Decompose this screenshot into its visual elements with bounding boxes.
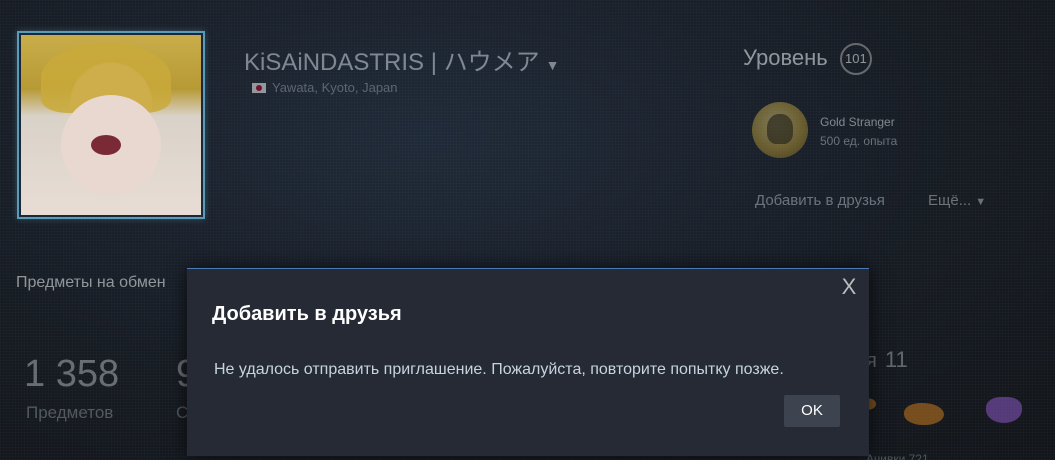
emoticon-icon[interactable]	[986, 397, 1022, 423]
persona-name[interactable]: KiSAiNDASTRIS | ハウメア ▼	[244, 42, 559, 77]
dialog-message: Не удалось отправить приглашение. Пожалу…	[214, 361, 784, 378]
avatar-image	[21, 35, 201, 215]
level-badge[interactable]: 101	[839, 43, 872, 75]
ok-button[interactable]: OK	[784, 395, 840, 427]
add-friend-button[interactable]: Добавить в друзья	[755, 192, 885, 209]
close-icon[interactable]: X	[839, 276, 859, 298]
level-label: Уровень	[743, 45, 828, 70]
right-section-heading: я 11	[866, 347, 908, 373]
persona-name-text: KiSAiNDASTRIS | ハウメア	[244, 49, 540, 76]
chevron-down-icon: ▼	[975, 196, 987, 208]
emoticon-icon[interactable]	[904, 403, 944, 425]
trade-items-title[interactable]: Предметы на обмен	[16, 274, 166, 292]
chevron-down-icon[interactable]: ▼	[546, 57, 560, 73]
profile-level: Уровень 101	[743, 43, 872, 75]
profile-location: Yawata, Kyoto, Japan	[252, 80, 398, 95]
skull-icon	[767, 114, 793, 144]
bottom-partial-text: Ачивки 721	[866, 452, 929, 460]
add-friend-dialog: X Добавить в друзья Не удалось отправить…	[187, 268, 869, 456]
location-text: Yawata, Kyoto, Japan	[272, 80, 398, 95]
gold-skull-badge-icon[interactable]	[752, 102, 808, 158]
profile-avatar[interactable]	[17, 31, 205, 219]
right-partial-number: 11	[884, 347, 908, 372]
avatar-mouth-shape	[91, 135, 121, 155]
more-label: Ещё...	[928, 192, 972, 209]
items-label: Предметов	[26, 403, 114, 422]
japan-flag-icon	[252, 83, 266, 93]
dialog-title: Добавить в друзья	[212, 303, 402, 325]
items-count: 1 358	[24, 353, 120, 395]
more-button[interactable]: Ещё... ▼	[928, 192, 986, 209]
badge-xp: 500 ед. опыта	[820, 134, 898, 148]
badge-name[interactable]: Gold Stranger	[820, 115, 895, 129]
